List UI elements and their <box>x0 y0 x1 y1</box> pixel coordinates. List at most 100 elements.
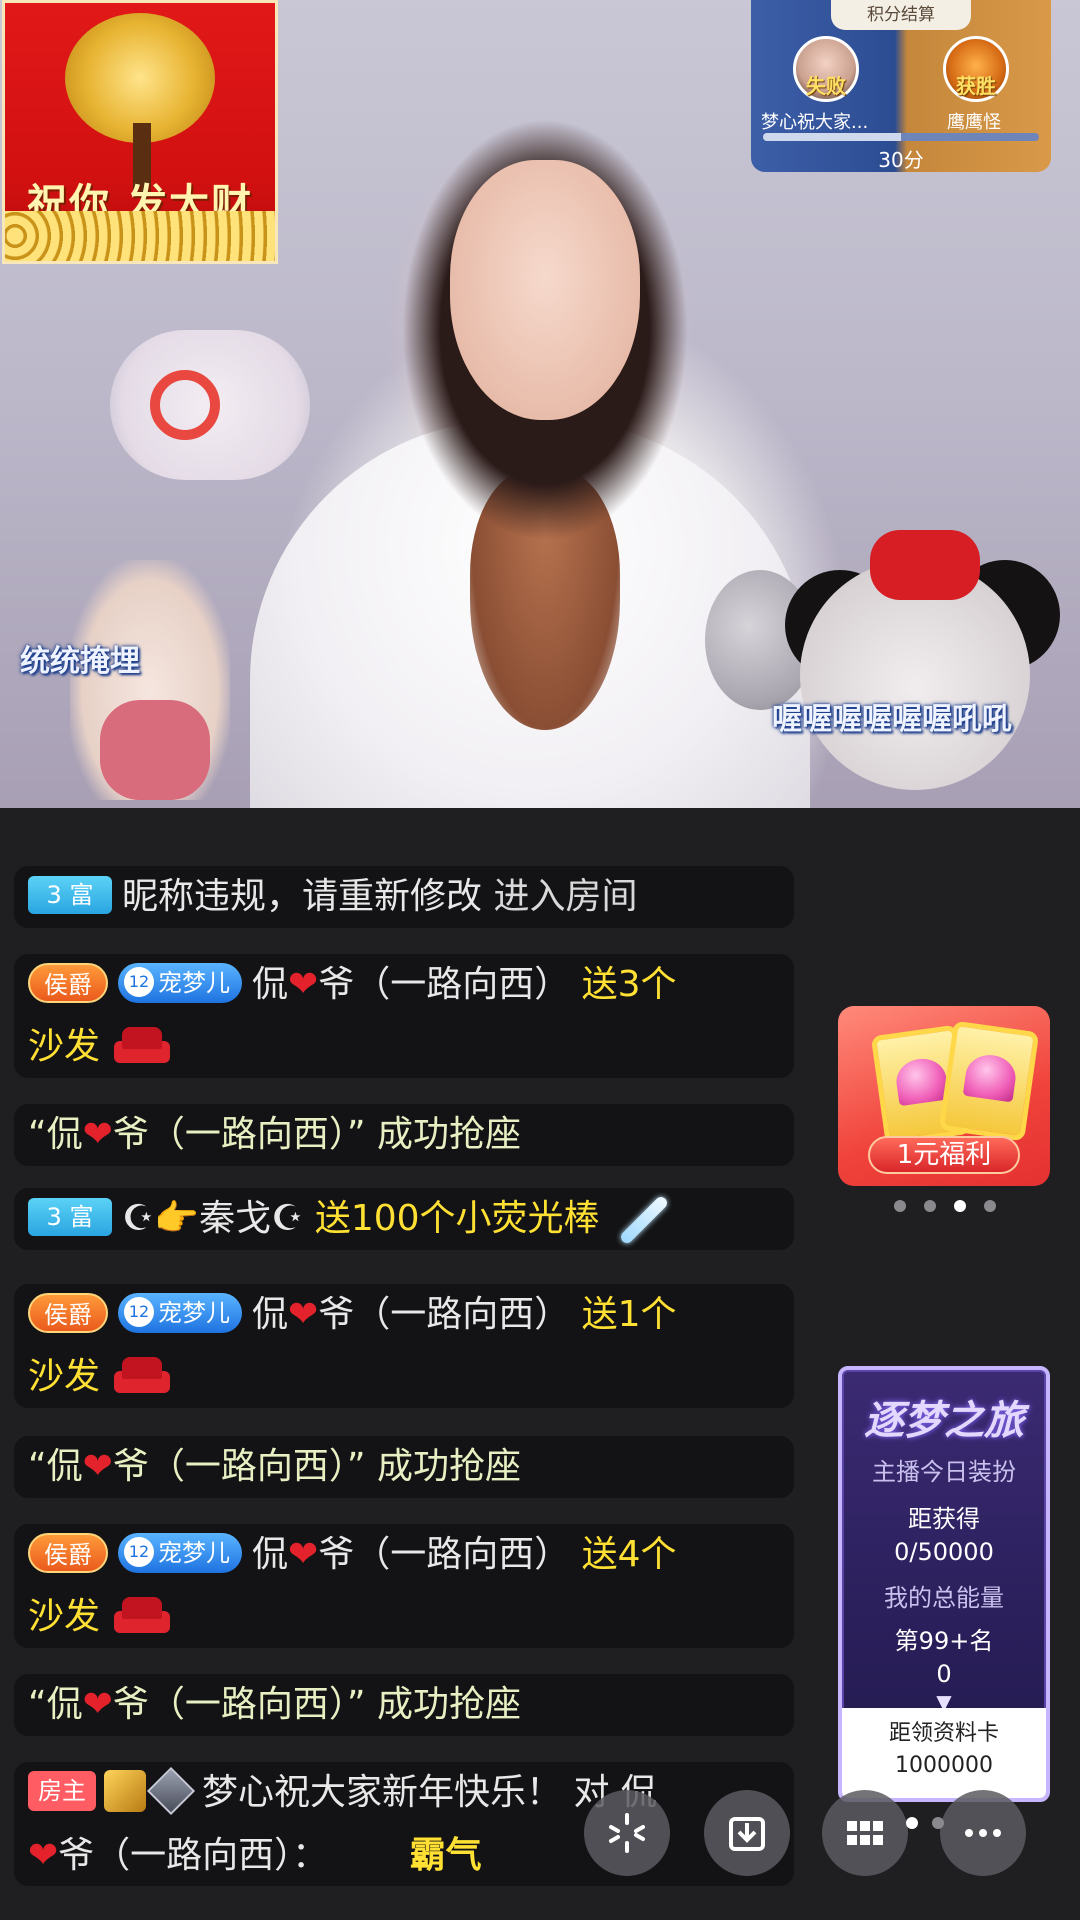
gem-icon <box>962 1051 1019 1103</box>
gift-name: 沙发 <box>28 1026 101 1067</box>
rich-level-badge: 3 富 <box>28 876 112 914</box>
gift-text: 送1个 <box>581 1294 677 1335</box>
pager-dot[interactable] <box>906 1817 918 1829</box>
marquis-badge: 侯爵 <box>28 1293 108 1333</box>
sofa-icon <box>114 1027 171 1069</box>
seat-text: “侃❤爷（一路向西）” 成功抢座 <box>28 1684 521 1725</box>
heart-icon: ❤ <box>82 1684 113 1725</box>
chat-message[interactable]: “侃❤爷（一路向西）” 成功抢座 <box>14 1674 794 1736</box>
pk-name-right: 鹰鹰怪 <box>947 112 1001 133</box>
marquis-badge: 侯爵 <box>28 963 108 1003</box>
apps-button[interactable] <box>822 1790 908 1876</box>
promo-pager-dots[interactable] <box>894 1200 1004 1214</box>
download-icon <box>729 1817 765 1851</box>
pk-name-left: 梦心祝大家... <box>761 112 869 133</box>
emote-text: 霸气 <box>409 1834 482 1876</box>
journey-title: 逐梦之旅 <box>864 1398 1024 1444</box>
promo-banner[interactable]: 1元福利 <box>838 1006 1050 1186</box>
sparkle-button[interactable] <box>584 1790 670 1876</box>
user-name[interactable]: 侃❤爷（一路向西） <box>252 1294 570 1335</box>
enter-room-text: 进入房间 <box>493 876 638 917</box>
chat-message[interactable]: 3 富昵称违规，请重新修改 进入房间 <box>14 866 794 928</box>
fan-club-badge: 12 宠梦儿 <box>118 963 242 1003</box>
rich-level-badge: 3 富 <box>28 1198 112 1236</box>
sofa-icon <box>114 1357 171 1399</box>
user-name[interactable]: 昵称违规，请重新修改 <box>122 876 482 917</box>
fan-club-name: 宠梦儿 <box>158 1299 230 1327</box>
user-name[interactable]: 侃❤爷（一路向西） <box>252 964 570 1005</box>
fan-club-badge: 12 宠梦儿 <box>118 1533 242 1573</box>
gift-text: 送3个 <box>581 964 677 1005</box>
rank-diamond-icon <box>146 1766 196 1816</box>
card-value: 1000000 <box>895 1753 993 1778</box>
pager-dot[interactable] <box>984 1200 996 1212</box>
fan-club-badge: 12 宠梦儿 <box>118 1293 242 1333</box>
grid-icon <box>847 1821 883 1845</box>
fan-level: 12 <box>124 1297 154 1327</box>
card-icon <box>938 1020 1040 1142</box>
pager-dot[interactable] <box>924 1200 936 1212</box>
heart-icon: ❤ <box>82 1446 113 1487</box>
pk-progress-fill <box>763 133 901 141</box>
energy-label: 我的总能量 <box>884 1584 1004 1612</box>
fortune-sticker: 祝你 发大财 <box>2 0 278 264</box>
fan-level: 12 <box>124 967 154 997</box>
distance-value: 0/50000 <box>894 1538 994 1566</box>
mouse-bow <box>870 530 980 600</box>
floating-text-left: 统统掩埋 <box>20 644 140 679</box>
pk-title: 积分结算 <box>831 0 971 30</box>
fan-level: 12 <box>124 1537 154 1567</box>
chat-message[interactable]: 侯爵 12 宠梦儿 侃❤爷（一路向西） 送4个 沙发 <box>14 1524 794 1648</box>
heart-icon: ❤ <box>82 1114 113 1155</box>
pk-progress-bar <box>763 133 1039 141</box>
seat-text: “侃❤爷（一路向西）” 成功抢座 <box>28 1446 521 1487</box>
crown-icon <box>104 1770 146 1812</box>
journey-footer: 距领资料卡 1000000 <box>842 1708 1046 1798</box>
gift-name: 沙发 <box>28 1356 101 1397</box>
heart-icon: ❤ <box>288 1534 319 1575</box>
chat-message[interactable]: 房主 梦心祝大家新年快乐！ 对 侃 ❤爷（一路向西）： 霸气 <box>14 1762 794 1886</box>
host-badge: 房主 <box>28 1771 96 1811</box>
chat-message[interactable]: “侃❤爷（一路向西）” 成功抢座 <box>14 1436 794 1498</box>
sofa-icon <box>114 1597 171 1639</box>
chat-message[interactable]: 3 富 ☪👉秦戈☪ 送100个小荧光棒 <box>14 1188 794 1250</box>
glow-stick-icon <box>618 1194 670 1246</box>
dream-journey-panel[interactable]: 逐梦之旅 主播今日装扮 距获得 0/50000 我的总能量 第99+名 0 ▼ … <box>838 1366 1050 1802</box>
pk-score-panel[interactable]: 积分结算 失败 获胜 梦心祝大家... 鹰鹰怪 30分 <box>751 0 1051 172</box>
more-icon <box>965 1829 1001 1837</box>
heart-icon: ❤ <box>288 1294 319 1335</box>
fan-club-name: 宠梦儿 <box>158 1539 230 1567</box>
bunny-shirt <box>100 700 210 800</box>
chat-message[interactable]: “侃❤爷（一路向西）” 成功抢座 <box>14 1104 794 1166</box>
distance-label: 距获得 <box>908 1505 980 1533</box>
promo-label: 1元福利 <box>868 1136 1020 1174</box>
more-button[interactable] <box>940 1790 1026 1876</box>
chat-message[interactable]: 侯爵 12 宠梦儿 侃❤爷（一路向西） 送3个 沙发 <box>14 954 794 1078</box>
floating-text-right: 喔喔喔喔喔喔吼吼 <box>772 702 1012 737</box>
coin-pile <box>5 211 275 261</box>
user-name[interactable]: ☪👉秦戈☪ <box>122 1198 303 1239</box>
seat-text: “侃❤爷（一路向西）” 成功抢座 <box>28 1114 521 1155</box>
pager-dot[interactable] <box>932 1817 944 1829</box>
heart-decoration <box>150 370 220 440</box>
marquis-badge: 侯爵 <box>28 1533 108 1573</box>
download-button[interactable] <box>704 1790 790 1876</box>
pager-dot[interactable] <box>954 1200 966 1212</box>
pager-dot[interactable] <box>894 1200 906 1212</box>
message-text-cont: 爷（一路向西）： <box>58 1835 329 1876</box>
toolbar-pager-dots <box>906 1817 946 1831</box>
message-text: 梦心祝大家新年快乐！ 对 侃 <box>202 1772 657 1813</box>
chat-message[interactable]: 侯爵 12 宠梦儿 侃❤爷（一路向西） 送1个 沙发 <box>14 1284 794 1408</box>
card-label: 距领资料卡 <box>888 1721 999 1746</box>
pk-result-left: 失败 <box>806 74 846 98</box>
heart-icon: ❤ <box>288 964 319 1005</box>
fan-club-name: 宠梦儿 <box>158 969 230 997</box>
pk-result-right: 获胜 <box>956 74 996 98</box>
gift-text: 送4个 <box>581 1534 677 1575</box>
heart-icon: ❤ <box>28 1835 59 1876</box>
gift-name: 沙发 <box>28 1596 101 1637</box>
user-name[interactable]: 侃❤爷（一路向西） <box>252 1534 570 1575</box>
sparkle-icon <box>609 1813 645 1853</box>
gem-icon <box>893 1055 950 1107</box>
pk-score: 30分 <box>878 148 924 172</box>
